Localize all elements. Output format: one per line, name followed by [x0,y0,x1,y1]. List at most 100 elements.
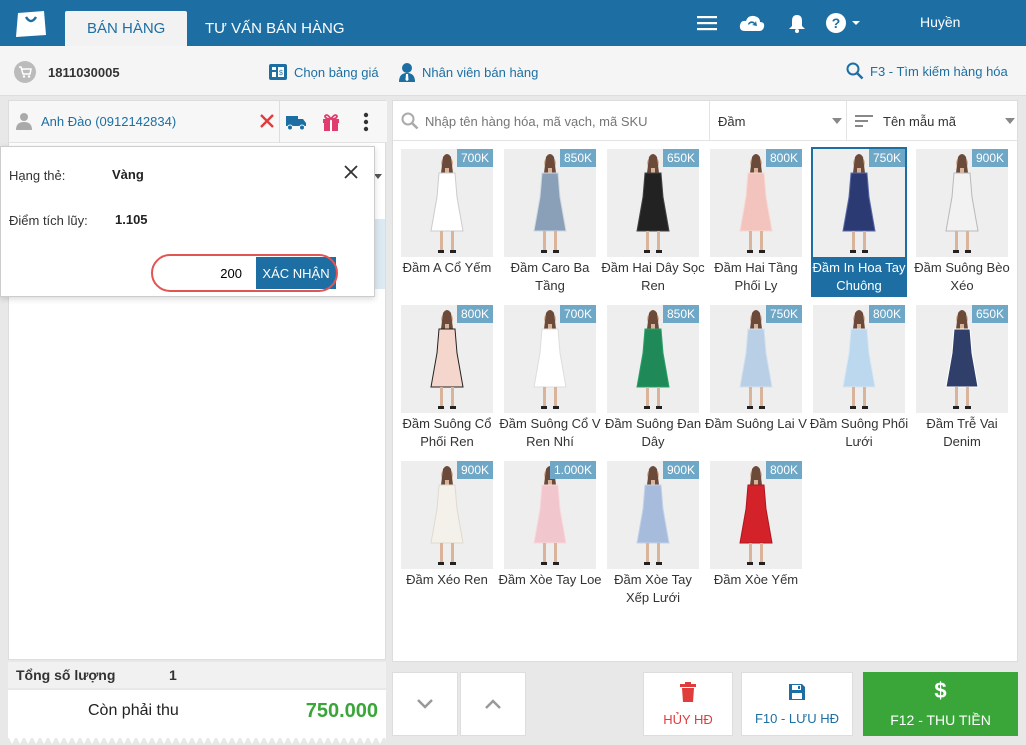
salesperson-label: Nhân viên bán hàng [422,64,539,80]
scroll-down-button[interactable] [392,672,458,736]
menu-icon[interactable] [695,11,719,35]
product-name: Đầm Suông Đan Dây [604,416,702,449]
product-price: 900K [456,461,493,479]
product-name: Đầm Suông Lai V [705,416,807,431]
product-card[interactable]: 650K Đầm Hai Dây Sọc Ren [601,149,705,299]
amount-due-box: Còn phải thu 750.000 [8,690,386,744]
amount-due-label: Còn phải thu [88,702,179,719]
product-card[interactable]: 1.000K Đầm Xòe Tay Loe [498,461,602,611]
product-price: 800K [456,305,493,323]
customer-name[interactable]: Anh Đào (0912142834) [41,114,176,129]
product-card[interactable]: 900K Đầm Xòe Tay Xếp Lưới [601,461,699,611]
redeem-points-input[interactable] [154,257,256,289]
product-name: Đầm Hai Dây Sọc Ren [601,260,705,293]
sort-icon [855,115,873,127]
remove-customer-icon[interactable] [259,113,275,129]
total-quantity-value: 1 [169,667,177,683]
scroll-up-button[interactable] [460,672,526,736]
user-name[interactable]: Huyền [920,14,960,30]
product-search-input[interactable] [425,109,705,133]
cancel-invoice-label: HỦY HĐ [663,711,713,727]
price-list-label: Chọn bảng giá [294,64,379,80]
pay-label: F12 - THU TIỀN [890,712,991,728]
cart-icon [14,61,36,83]
product-name: Đầm A Cổ Yếm [402,260,492,275]
product-card[interactable]: 800K Đầm Hai Tầng Phối Ly [704,149,802,299]
product-name: Đầm Xòe Tay Xếp Lưới [614,572,692,605]
loyalty-points-popup: Hạng thẻ: Vàng Điểm tích lũy: 1.105 XÁC … [0,146,375,297]
product-price: 800K [765,149,802,167]
points-label: Điểm tích lũy: [9,213,88,228]
product-image: 650K [607,149,699,257]
gift-icon[interactable] [321,112,341,132]
svg-text:$: $ [279,70,283,77]
pay-button[interactable]: $ F12 - THU TIỀN [863,672,1018,736]
product-card[interactable]: 750K Đầm In Hoa Tay Chuông [807,147,907,299]
product-name: Đầm Suông Phối Lưới [809,416,909,449]
product-image: 1.000K [504,461,596,569]
order-number: 1811030005 [14,61,120,83]
product-card[interactable]: 800K Đầm Suông Cổ Phối Ren [395,305,493,455]
card-tier-value: Vàng [112,167,144,182]
search-icon [401,112,419,130]
product-image: 900K [401,461,493,569]
product-card[interactable]: 700K Đầm A Cổ Yếm [395,149,493,299]
close-icon[interactable] [344,165,358,179]
product-card[interactable]: 850K Đầm Suông Đan Dây [601,305,701,455]
product-card[interactable]: 800K Đầm Xòe Yếm [704,461,802,611]
product-image: 850K [504,149,596,257]
product-price: 850K [662,305,699,323]
product-price: 650K [662,149,699,167]
product-name: Đầm Trễ Vai Denim [926,416,998,449]
product-search-shortcut-label: F3 - Tìm kiếm hàng hóa [870,63,1008,79]
product-image: 900K [916,149,1008,257]
tab-tu-van-ban-hang[interactable]: TƯ VẤN BÁN HÀNG [183,11,367,46]
product-price: 900K [971,149,1008,167]
delivery-truck-icon[interactable] [285,113,307,131]
cloud-sync-icon[interactable] [738,11,766,35]
bell-icon[interactable] [785,11,809,35]
save-invoice-label: F10 - LƯU HĐ [754,710,840,726]
product-price: 700K [456,149,493,167]
product-name: Đầm Suông Bèo Xéo [914,260,1010,293]
product-card[interactable]: 700K Đầm Suông Cổ V Ren Nhí [498,305,601,455]
product-image: 800K [710,149,802,257]
sort-select[interactable]: Tên mẫu mã [846,101,1019,141]
product-card[interactable]: 800K Đầm Suông Phối Lưới [807,305,908,455]
product-price: 900K [662,461,699,479]
customer-row: Anh Đào (0912142834) [9,101,387,143]
product-image: 800K [710,461,802,569]
confirm-button[interactable]: XÁC NHẬN [256,257,336,289]
product-name: Đầm Hai Tầng Phối Ly [714,260,798,293]
product-name: Đầm In Hoa Tay Chuông [812,260,906,293]
product-card[interactable]: 650K Đầm Trễ Vai Denim [910,305,1008,455]
save-icon [789,683,805,700]
product-search-shortcut[interactable]: F3 - Tìm kiếm hàng hóa [846,62,1008,80]
salesperson-button[interactable]: Nhân viên bán hàng [398,62,538,82]
product-image: 900K [607,461,699,569]
product-image: 650K [916,305,1008,413]
scrollbar-track[interactable] [375,219,385,289]
product-price: 800K [765,461,802,479]
product-panel: Đầm Tên mẫu mã 700K Đầm A Cổ Yếm 850K Đầm C… [392,100,1019,662]
chevron-up-icon [485,699,501,709]
more-options-icon[interactable] [363,112,369,132]
save-invoice-button[interactable]: F10 - LƯU HĐ [741,672,853,736]
price-list-button[interactable]: $ Chọn bảng giá [268,62,379,82]
search-icon [846,62,864,80]
product-card[interactable]: 900K Đầm Xéo Ren [395,461,493,611]
category-select-value: Đầm [718,113,746,129]
amount-due-value: 750.000 [305,700,378,722]
help-icon[interactable]: ? [825,11,865,35]
salesperson-icon [399,63,415,82]
svg-text:?: ? [832,15,841,31]
product-card[interactable]: 750K Đầm Suông Lai V [704,305,807,455]
cancel-invoice-button[interactable]: HỦY HĐ [643,672,733,736]
tab-ban-hang[interactable]: BÁN HÀNG [65,11,188,46]
category-select[interactable]: Đầm [709,101,846,141]
product-name: Đầm Suông Cổ V Ren Nhí [499,416,601,449]
product-card[interactable]: 850K Đầm Caro Ba Tầng [498,149,596,299]
product-image: 800K [401,305,493,413]
product-card[interactable]: 900K Đầm Suông Bèo Xéo [910,149,1010,299]
product-name: Đầm Xéo Ren [406,572,488,587]
